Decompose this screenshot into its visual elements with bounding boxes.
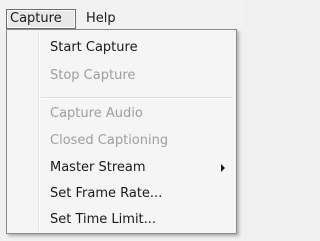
capture-dropdown-menu: Start Capture Stop Capture Capture Audio… [6, 29, 237, 234]
menu-item-start-capture[interactable]: Start Capture [10, 36, 233, 60]
menu-item-closed-captioning: Closed Captioning [10, 129, 233, 153]
menu-item-label: Set Frame Rate... [50, 186, 163, 201]
menu-capture[interactable]: Capture [6, 9, 76, 29]
menu-help[interactable]: Help [83, 9, 119, 29]
menu-item-label: Start Capture [50, 40, 138, 55]
menu-item-set-frame-rate[interactable]: Set Frame Rate... [10, 182, 233, 206]
menu-item-master-stream[interactable]: Master Stream [10, 156, 233, 180]
menu-item-set-time-limit[interactable]: Set Time Limit... [10, 208, 233, 232]
menu-item-label: Master Stream [50, 160, 146, 175]
menu-item-stop-capture: Stop Capture [10, 64, 233, 88]
menu-item-label: Set Time Limit... [50, 212, 157, 227]
menu-separator [41, 97, 232, 99]
menu-item-capture-audio: Capture Audio [10, 102, 233, 126]
menu-bar: Capture Help [0, 0, 243, 30]
chevron-right-icon [221, 164, 225, 172]
menu-item-label: Capture Audio [50, 106, 143, 121]
menu-item-label: Stop Capture [50, 68, 136, 83]
menu-item-label: Closed Captioning [50, 133, 169, 148]
